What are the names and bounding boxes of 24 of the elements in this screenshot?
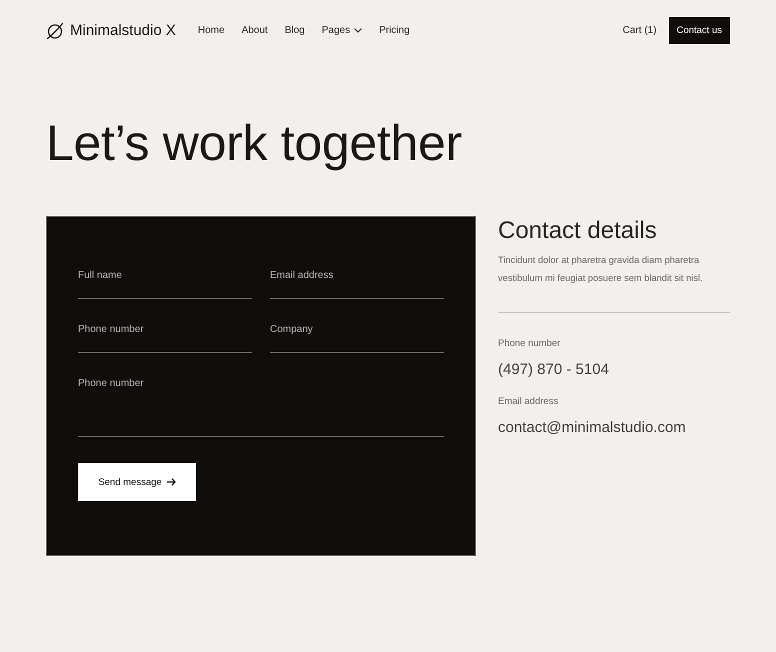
detail-label: Email address bbox=[498, 395, 560, 409]
chevron-down-icon bbox=[354, 28, 362, 33]
arrow-right-icon bbox=[166, 478, 176, 486]
nav-link[interactable]: Pages bbox=[322, 25, 362, 36]
logo-icon bbox=[46, 22, 64, 40]
nav-link[interactable]: About bbox=[242, 25, 268, 36]
input-field[interactable]: Company bbox=[270, 320, 444, 353]
details-description: Tincidunt dolor at pharetra gravida diam pharetra vestibulum mi feugiat posuere sem blandit sit nisl. bbox=[498, 254, 704, 285]
message-field[interactable]: Phone number bbox=[78, 374, 444, 437]
send-message-button[interactable]: Send message bbox=[78, 463, 196, 501]
detail-value: (497) 870 - 5104 bbox=[498, 360, 610, 380]
nav-link[interactable]: Pricing bbox=[379, 25, 410, 36]
cart-link[interactable]: Cart (1) bbox=[622, 25, 657, 36]
logo-text: Minimalstudio X bbox=[70, 22, 176, 39]
input-field[interactable]: Phone number bbox=[78, 320, 252, 353]
input-field[interactable]: Full name bbox=[78, 266, 252, 299]
page-heading: Let’s work together bbox=[46, 114, 463, 173]
details-title: Contact details bbox=[498, 216, 658, 246]
nav-link[interactable]: Blog bbox=[284, 25, 305, 36]
input-field[interactable]: Email address bbox=[270, 266, 444, 299]
contact-button[interactable]: Contact us bbox=[668, 17, 730, 44]
detail-value: contact@minimalstudio.com bbox=[498, 418, 687, 438]
nav-link[interactable]: Home bbox=[198, 25, 225, 36]
detail-label: Phone number bbox=[498, 337, 562, 351]
